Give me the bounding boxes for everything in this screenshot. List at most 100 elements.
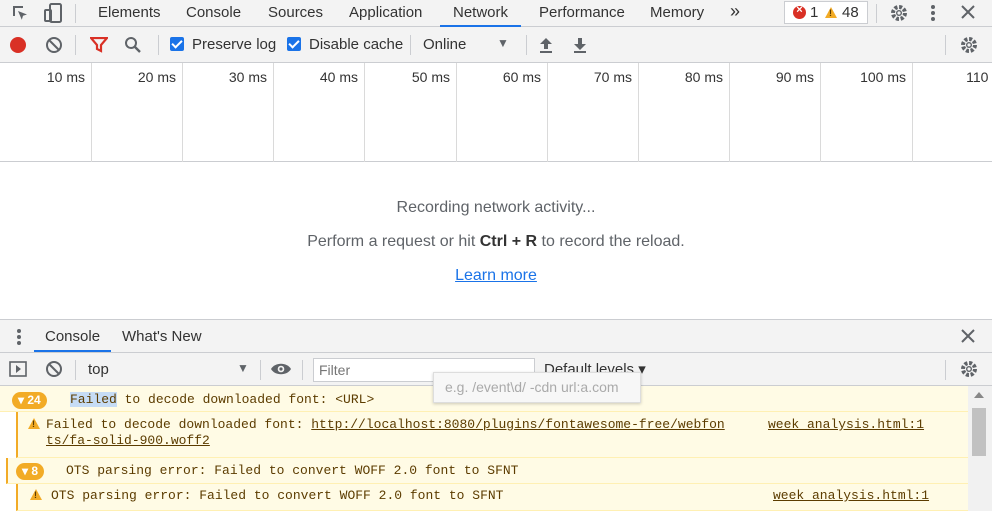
timeline-tick-label: 70 ms [593, 69, 632, 85]
repeat-count-badge[interactable]: ▾ 8 [16, 463, 45, 480]
group-summary: OTS parsing error: Failed to convert WOF… [66, 463, 519, 478]
tab-application[interactable]: Application [349, 0, 422, 27]
timeline-tick-label: 30 ms [228, 69, 267, 85]
timeline-tick-label: 100 ms [860, 69, 906, 85]
show-sidebar-icon[interactable] [9, 361, 27, 377]
font-url-link-continued[interactable]: ts/fa-solid-900.woff2 [46, 433, 210, 448]
import-har-icon[interactable] [538, 36, 554, 54]
disable-cache-checkbox[interactable] [287, 37, 301, 51]
throttling-value: Online [423, 36, 467, 53]
close-devtools-icon[interactable] [960, 4, 976, 20]
error-count: 1 [810, 4, 819, 21]
separator [75, 360, 76, 380]
search-icon[interactable] [124, 36, 142, 54]
throttling-select[interactable]: Online ▼ [415, 30, 522, 60]
scroll-up-arrow-icon[interactable] [974, 392, 984, 398]
tab-network[interactable]: Network [440, 0, 522, 27]
timeline-gridline [729, 63, 730, 162]
disable-cache-label: Disable cache [309, 36, 404, 53]
warning-icon [28, 418, 40, 429]
export-har-icon[interactable] [572, 36, 588, 54]
timeline-tick-label: 10 ms [46, 69, 85, 85]
drawer-tab-bar: Console What's New [0, 319, 992, 353]
drawer-menu-icon[interactable] [14, 327, 24, 347]
drawer-tab-whats-new[interactable]: What's New [122, 328, 202, 345]
warning-message[interactable]: OTS parsing error: Failed to convert WOF… [16, 484, 968, 511]
separator [75, 35, 76, 55]
record-button[interactable] [10, 37, 26, 53]
timeline-tick-label: 20 ms [137, 69, 176, 85]
console-scrollbar[interactable] [968, 386, 992, 511]
separator [302, 360, 303, 380]
timeline-gridline [182, 63, 183, 162]
warning-message[interactable]: Failed to decode downloaded font: http:/… [16, 412, 968, 458]
timeline-tick-label: 110 r [966, 69, 992, 85]
inspect-element-icon[interactable] [10, 3, 30, 23]
error-icon: × [793, 4, 806, 19]
warning-icon [825, 7, 837, 18]
timeline-tick-label: 90 ms [775, 69, 814, 85]
message-group-header[interactable]: ▾ 8 OTS parsing error: Failed to convert… [6, 458, 968, 484]
network-overview-timeline[interactable]: 10 ms 20 ms 30 ms 40 ms 50 ms 60 ms 70 ms 80 ms… [0, 63, 992, 162]
message-prefix: Failed to decode downloaded font: [46, 417, 312, 432]
network-empty-state: Recording network activity... Perform a … [0, 163, 992, 319]
reload-hint-suffix: to record the reload. [537, 233, 685, 250]
tab-memory[interactable]: Memory [650, 0, 704, 27]
reload-hint: Perform a request or hit Ctrl + R to rec… [0, 233, 992, 251]
preserve-log-checkbox[interactable] [170, 37, 184, 51]
message-text: OTS parsing error: Failed to convert WOF… [51, 488, 504, 503]
network-settings-gear-icon[interactable] [959, 35, 979, 55]
reload-hint-prefix: Perform a request or hit [307, 233, 480, 250]
tab-sources[interactable]: Sources [268, 0, 323, 27]
tab-performance[interactable]: Performance [539, 0, 625, 27]
network-toolbar: Preserve log Disable cache Online ▼ [0, 27, 992, 63]
message-line-2: ts/fa-solid-900.woff2 [46, 433, 210, 448]
live-expression-eye-icon[interactable] [270, 362, 292, 376]
source-link[interactable]: week_analysis.html:1 [768, 417, 924, 432]
tab-elements[interactable]: Elements [98, 0, 161, 27]
timeline-gridline [364, 63, 365, 162]
group-summary: Failed to decode downloaded font: <URL> [70, 392, 374, 407]
timeline-tick-label: 80 ms [684, 69, 723, 85]
timeline-gridline [273, 63, 274, 162]
issues-counter[interactable]: × 1 48 [784, 1, 868, 24]
clear-console-icon[interactable] [45, 360, 63, 378]
console-messages[interactable]: ▾ 24 Failed to decode downloaded font: <… [0, 386, 992, 511]
separator [260, 360, 261, 380]
drawer-tab-console[interactable]: Console [34, 320, 112, 352]
main-tab-bar: Elements Console Sources Application Net… [0, 0, 992, 27]
timeline-gridline [638, 63, 639, 162]
warning-icon [30, 489, 42, 500]
chevron-down-icon: ▼ [237, 361, 249, 375]
separator [410, 35, 411, 55]
learn-more-wrap: Learn more [0, 267, 992, 285]
timeline-tick-label: 40 ms [319, 69, 358, 85]
context-value: top [88, 361, 109, 378]
source-link[interactable]: week_analysis.html:1 [773, 488, 929, 503]
device-toolbar-icon[interactable] [42, 2, 64, 24]
scrollbar-thumb[interactable] [972, 408, 986, 456]
more-tabs-button[interactable]: » [730, 0, 740, 27]
repeat-count-badge[interactable]: ▾ 24 [12, 392, 47, 409]
timeline-gridline [912, 63, 913, 162]
summary-text: to decode downloaded font: <URL> [116, 392, 375, 407]
filter-funnel-icon[interactable] [90, 37, 108, 53]
console-settings-gear-icon[interactable] [959, 359, 979, 379]
settings-gear-icon[interactable] [889, 3, 909, 23]
shortcut-ctrl: Ctrl [479, 233, 508, 250]
tab-console[interactable]: Console [186, 0, 241, 27]
separator [945, 35, 946, 55]
clear-icon[interactable] [45, 36, 63, 54]
context-selector[interactable]: top ▼ [80, 356, 255, 383]
close-drawer-icon[interactable] [961, 329, 975, 343]
preserve-log-label: Preserve log [192, 36, 277, 53]
learn-more-link[interactable]: Learn more [455, 267, 537, 284]
separator [526, 35, 527, 55]
timeline-gridline [456, 63, 457, 162]
timeline-tick-label: 60 ms [502, 69, 541, 85]
shortcut-r: R [525, 233, 538, 250]
kebab-menu-icon[interactable] [928, 3, 938, 23]
recording-message: Recording network activity... [396, 199, 596, 216]
font-url-link[interactable]: http://localhost:8080/plugins/fontawesom… [311, 417, 724, 432]
chevron-down-icon: ▼ [497, 36, 509, 50]
